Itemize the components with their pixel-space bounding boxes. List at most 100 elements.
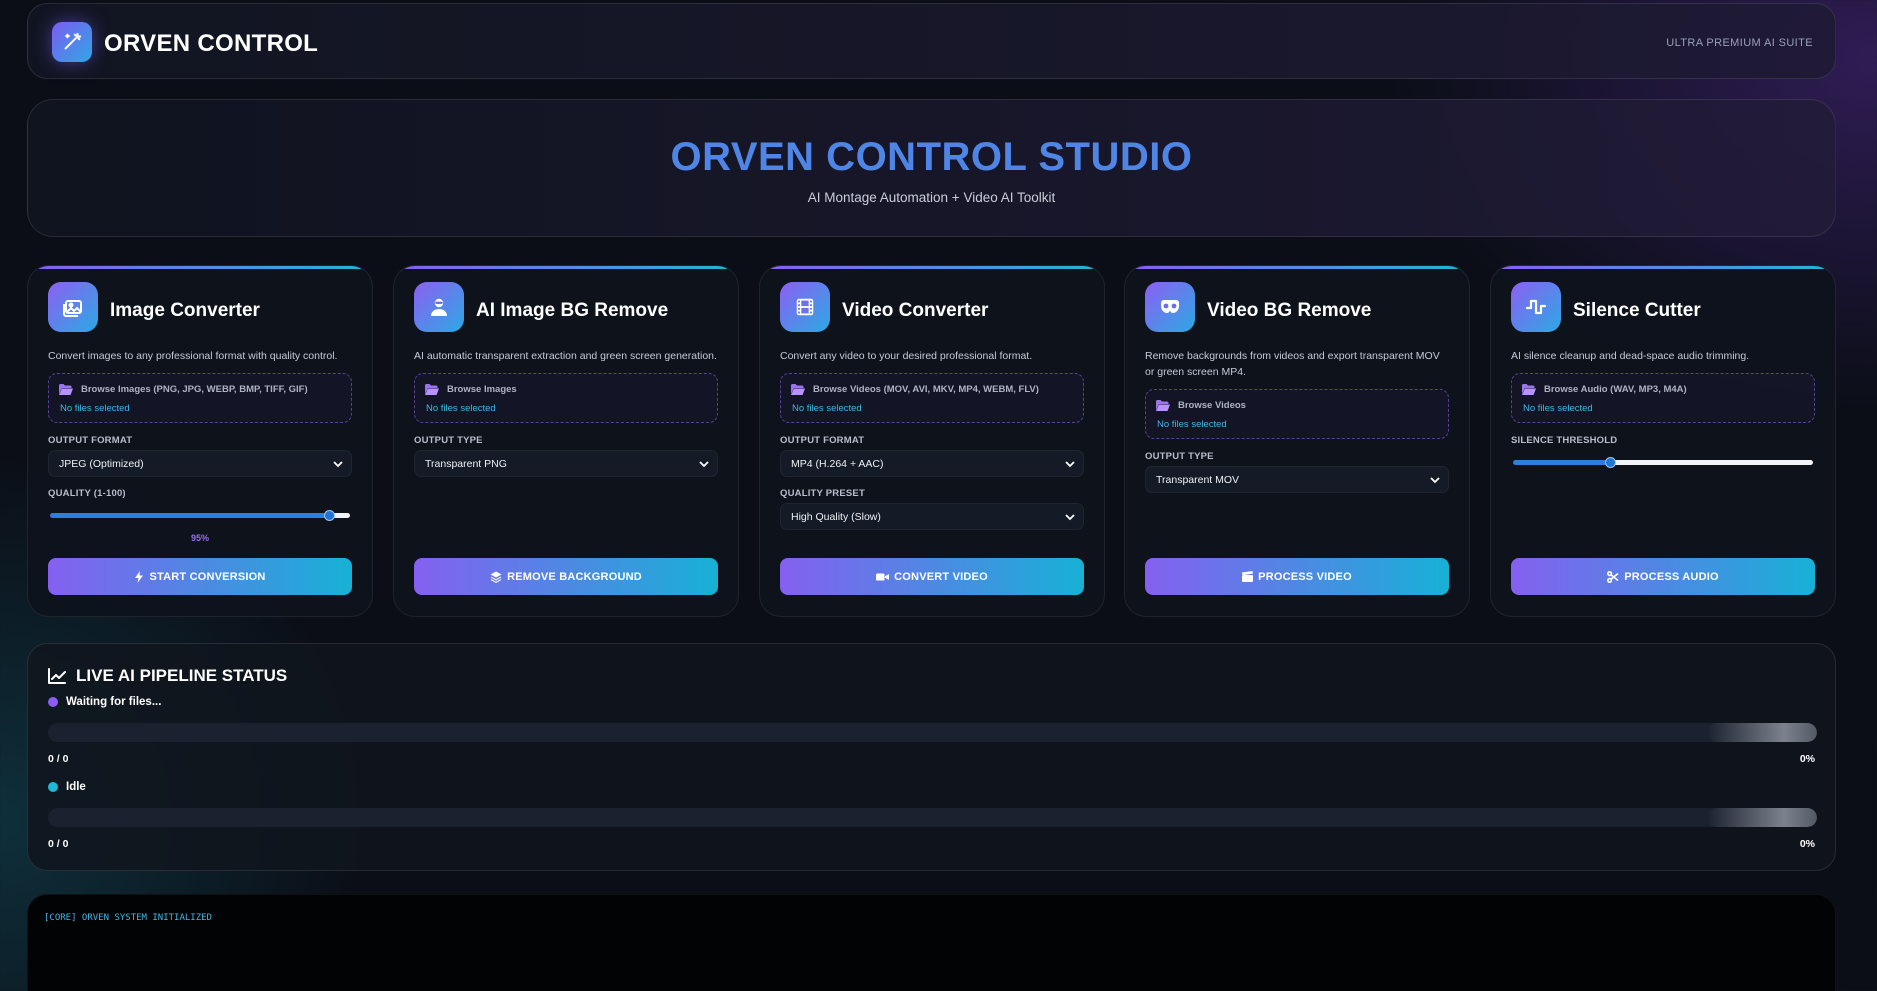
button-label: PROCESS VIDEO (1258, 570, 1352, 583)
card-video-converter: Video Converter Convert any video to you… (759, 265, 1105, 617)
folder-open-icon (791, 384, 805, 395)
quality-slider[interactable] (48, 509, 352, 521)
output-type-label: OUTPUT TYPE (1145, 451, 1214, 462)
folder-open-icon (1522, 384, 1536, 395)
card-description: AI silence cleanup and dead-space audio … (1511, 350, 1750, 362)
layers-icon (490, 571, 502, 583)
brand-name: ORVEN CONTROL (104, 30, 319, 57)
remove-background-button[interactable]: REMOVE BACKGROUND (414, 558, 718, 595)
slider-fill (1513, 460, 1611, 465)
convert-video-button[interactable]: CONVERT VIDEO (780, 558, 1084, 595)
output-type-label: OUTPUT TYPE (414, 435, 483, 446)
hero-banner: ORVEN CONTROL STUDIO AI Montage Automati… (27, 99, 1836, 237)
select-value: MP4 (H.264 + AAC) (791, 458, 884, 470)
no-files-text: No files selected (60, 403, 130, 414)
top-header: ORVEN CONTROL ULTRA PREMIUM AI SUITE (27, 3, 1836, 79)
folder-open-icon (425, 384, 439, 395)
card-description: Remove backgrounds from videos and expor… (1145, 350, 1440, 378)
file-dropzone[interactable]: Browse Audio (WAV, MP3, M4A) No files se… (1511, 373, 1815, 423)
card-video-bg-remove: Video BG Remove Remove backgrounds from … (1124, 265, 1470, 617)
folder-open-icon (1156, 400, 1170, 411)
button-label: REMOVE BACKGROUND (507, 570, 642, 583)
card-description: AI automatic transparent extraction and … (414, 350, 717, 362)
file-dropzone[interactable]: Browse Images No files selected (414, 373, 718, 423)
card-title: Silence Cutter (1573, 300, 1701, 321)
slider-thumb[interactable] (1605, 457, 1617, 468)
hero-title: ORVEN CONTROL STUDIO (670, 135, 1193, 179)
progress-bar-2 (48, 808, 1817, 827)
images-icon (48, 282, 98, 332)
process-audio-button[interactable]: PROCESS AUDIO (1511, 558, 1815, 595)
browse-label: Browse Videos (1178, 400, 1246, 411)
button-label: CONVERT VIDEO (894, 570, 988, 583)
bolt-icon (135, 570, 144, 583)
quality-preset-select[interactable]: High Quality (Slow) (780, 503, 1084, 530)
console-line: [CORE] ORVEN SYSTEM INITIALIZED (44, 913, 212, 923)
progress-percent: 0% (1799, 838, 1815, 850)
video-camera-icon (876, 573, 890, 580)
progress-count: 0 / 0 (48, 753, 69, 765)
user-robot-icon (414, 282, 464, 332)
slider-fill (50, 513, 330, 518)
output-format-label: OUTPUT FORMAT (780, 435, 865, 446)
hero-subtitle: AI Montage Automation + Video AI Toolkit (807, 190, 1056, 205)
silence-threshold-label: SILENCE THRESHOLD (1511, 435, 1618, 446)
no-files-text: No files selected (1523, 403, 1593, 414)
status-row-1: Waiting for files... (48, 696, 161, 708)
browse-label: Browse Images (PNG, JPG, WEBP, BMP, TIFF… (81, 384, 308, 395)
select-value: Transparent PNG (425, 458, 507, 470)
output-type-select[interactable]: Transparent MOV (1145, 466, 1449, 493)
browse-label: Browse Videos (MOV, AVI, MKV, MP4, WEBM,… (813, 384, 1039, 395)
start-conversion-button[interactable]: START CONVERSION (48, 558, 352, 595)
card-title: Video Converter (842, 300, 989, 321)
process-video-button[interactable]: PROCESS VIDEO (1145, 558, 1449, 595)
card-title: AI Image BG Remove (476, 300, 669, 321)
quality-preset-label: QUALITY PRESET (780, 488, 865, 499)
slider-thumb[interactable] (324, 510, 336, 521)
console-log: [CORE] ORVEN SYSTEM INITIALIZED (27, 894, 1836, 991)
chevron-down-icon (333, 461, 343, 468)
status-row-2: Idle (48, 781, 86, 793)
progress-shine (1707, 808, 1817, 827)
slider-track (1610, 460, 1813, 465)
card-ai-image-bg-remove: AI Image BG Remove AI automatic transpar… (393, 265, 739, 617)
output-format-select[interactable]: JPEG (Optimized) (48, 450, 352, 477)
chevron-down-icon (1065, 514, 1075, 521)
output-format-label: OUTPUT FORMAT (48, 435, 133, 446)
status-text: Idle (66, 781, 86, 793)
chevron-down-icon (1065, 461, 1075, 468)
no-files-text: No files selected (792, 403, 862, 414)
status-text: Waiting for files... (66, 696, 162, 708)
chart-line-icon (48, 668, 66, 684)
quality-value: 95% (190, 533, 209, 543)
progress-bar-1 (48, 723, 1817, 742)
card-description: Convert images to any professional forma… (48, 350, 338, 362)
no-files-text: No files selected (426, 403, 496, 414)
progress-shine (1707, 723, 1817, 742)
output-format-select[interactable]: MP4 (H.264 + AAC) (780, 450, 1084, 477)
select-value: High Quality (Slow) (791, 511, 881, 523)
output-type-select[interactable]: Transparent PNG (414, 450, 718, 477)
pipeline-title: LIVE AI PIPELINE STATUS (76, 666, 288, 685)
file-dropzone[interactable]: Browse Images (PNG, JPG, WEBP, BMP, TIFF… (48, 373, 352, 423)
film-icon (780, 282, 830, 332)
no-files-text: No files selected (1157, 419, 1227, 430)
chevron-down-icon (699, 461, 709, 468)
chevron-down-icon (1430, 477, 1440, 484)
progress-percent: 0% (1799, 753, 1815, 765)
mask-icon (1145, 282, 1195, 332)
progress-count: 0 / 0 (48, 838, 69, 850)
status-dot (48, 697, 58, 707)
card-description: Convert any video to your desired profes… (780, 350, 1033, 362)
pipeline-status-panel: LIVE AI PIPELINE STATUS Waiting for file… (27, 643, 1836, 871)
status-dot (48, 782, 58, 792)
file-dropzone[interactable]: Browse Videos (MOV, AVI, MKV, MP4, WEBM,… (780, 373, 1084, 423)
silence-threshold-slider[interactable] (1511, 456, 1815, 468)
browse-label: Browse Audio (WAV, MP3, M4A) (1544, 384, 1687, 395)
card-silence-cutter: Silence Cutter AI silence cleanup and de… (1490, 265, 1836, 617)
waveform-icon (1511, 282, 1561, 332)
suite-tagline: ULTRA PREMIUM AI SUITE (1666, 37, 1813, 49)
file-dropzone[interactable]: Browse Videos No files selected (1145, 389, 1449, 439)
card-title: Image Converter (110, 300, 260, 321)
scissors-icon (1607, 570, 1619, 583)
